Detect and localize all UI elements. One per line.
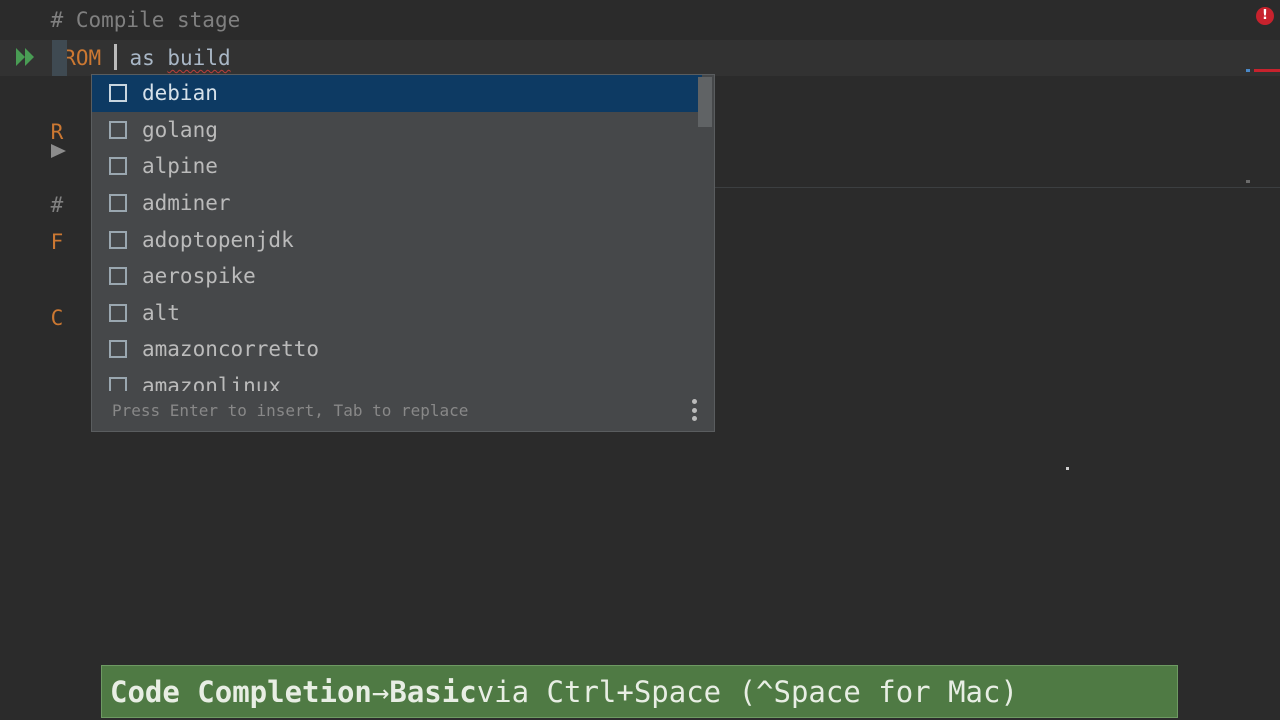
scroll-marker (1246, 69, 1250, 72)
comment-text: # Compile stage (50, 8, 241, 32)
completion-footer: Press Enter to insert, Tab to replace (92, 389, 714, 431)
completion-popup[interactable]: debian golang alpine adminer adoptopenjd… (91, 74, 715, 432)
box-icon (109, 194, 127, 213)
box-icon (109, 340, 127, 359)
completion-item-label: alpine (142, 154, 218, 179)
box-icon (109, 230, 127, 249)
popup-scrollbar[interactable] (698, 77, 712, 127)
completion-item[interactable]: debian (92, 75, 702, 112)
completion-item-label: debian (142, 81, 218, 106)
completion-item[interactable]: alt (92, 295, 702, 332)
scroll-marker (1246, 180, 1250, 183)
completion-item[interactable]: amazoncorretto (92, 331, 702, 368)
completion-item[interactable]: alpine (92, 148, 702, 185)
box-icon (109, 303, 127, 322)
error-icon[interactable]: ! (1256, 7, 1274, 25)
caption-bold-2: Basic (389, 674, 477, 709)
caption-banner: Code Completion → Basic via Ctrl+Space (… (101, 665, 1178, 718)
partial-line-text: C (50, 306, 64, 330)
completion-item-label: amazoncorretto (142, 337, 320, 362)
line2-rest: as build (116, 46, 231, 70)
completion-item[interactable]: adoptopenjdk (92, 221, 702, 258)
box-icon (109, 120, 127, 139)
error-stripe-marker[interactable] (1254, 69, 1280, 72)
method-separator (715, 187, 1280, 188)
partial-line-text: # (50, 193, 64, 217)
completion-item[interactable]: amazonlinux (92, 368, 702, 391)
mouse-pointer (1066, 467, 1069, 470)
completion-item-label: adoptopenjdk (142, 227, 294, 252)
completion-item[interactable]: adminer (92, 185, 702, 222)
completion-item-label: aerospike (142, 264, 256, 289)
partial-line-text: R (50, 120, 64, 144)
box-icon (109, 267, 127, 286)
caption-rest: via Ctrl+Space (^Space for Mac) (476, 674, 1018, 709)
completion-item[interactable]: golang (92, 112, 702, 149)
completion-list[interactable]: debian golang alpine adminer adoptopenjd… (92, 75, 702, 391)
current-line-marker (52, 40, 67, 76)
code-line-1[interactable]: # Compile stage (0, 2, 1280, 38)
run-all-icon[interactable] (14, 46, 38, 68)
spelling-squiggle: build (167, 46, 231, 70)
box-icon (109, 84, 127, 103)
box-icon (109, 157, 127, 176)
completion-item-label: adminer (142, 191, 231, 216)
caption-arrow: → (371, 674, 390, 709)
partial-line-text: F (50, 230, 64, 254)
more-vertical-icon[interactable] (692, 399, 698, 421)
caption-bold-1: Code Completion (110, 674, 372, 709)
code-line-2[interactable]: FROM as build (0, 40, 1280, 76)
completion-item-label: alt (142, 300, 180, 325)
completion-item-label: golang (142, 117, 218, 142)
completion-item[interactable]: aerospike (92, 258, 702, 295)
footer-hint: Press Enter to insert, Tab to replace (112, 400, 469, 420)
